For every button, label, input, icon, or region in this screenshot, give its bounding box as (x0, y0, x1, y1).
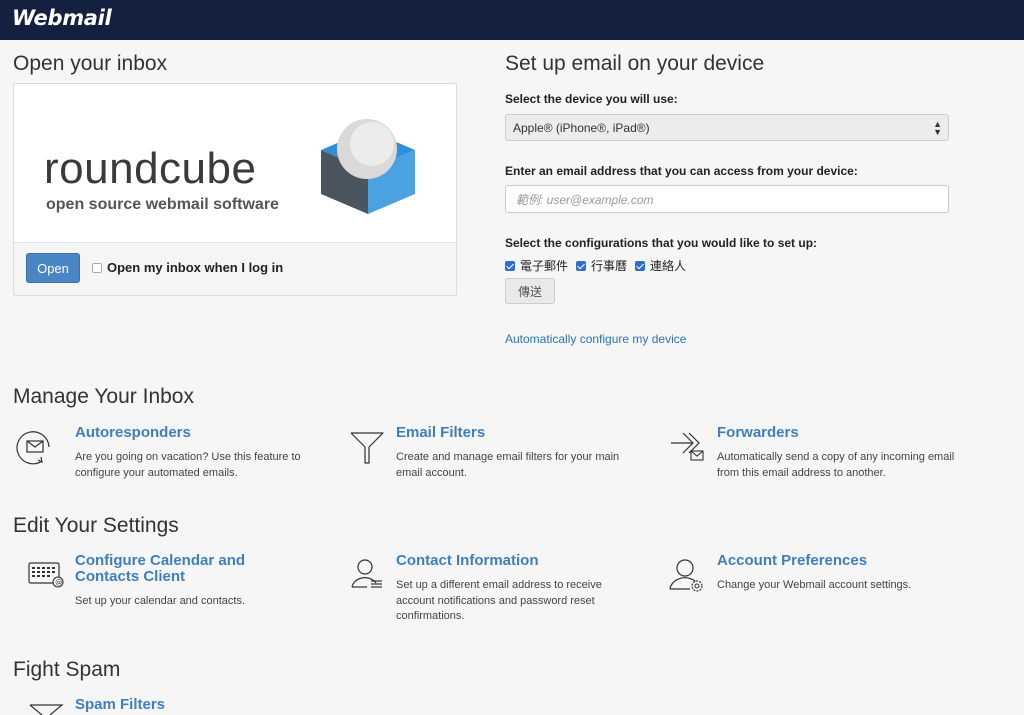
manage-inbox-heading: Manage Your Inbox (13, 385, 194, 408)
config-email-label[interactable]: 電子郵件 (520, 257, 568, 274)
device-select-label: Select the device you will use: (505, 92, 678, 106)
forwarders-feature: Forwarders Automatically send a copy of … (655, 425, 955, 485)
config-contacts-label[interactable]: 連絡人 (650, 257, 686, 274)
configure-calendar-feature: @ Configure Calendar and Contacts Client… (13, 553, 313, 613)
email-filters-desc: Create and manage email filters for your… (396, 451, 620, 479)
config-calendar-label[interactable]: 行事曆 (591, 257, 627, 274)
configure-calendar-title-line1[interactable]: Configure Calendar and (75, 552, 245, 569)
contact-information-link[interactable]: Contact Information (396, 553, 539, 569)
open-inbox-button[interactable]: Open (26, 253, 80, 283)
edit-settings-heading: Edit Your Settings (13, 514, 179, 537)
config-label: Select the configurations that you would… (505, 236, 818, 250)
open-on-login-label[interactable]: Open my inbox when I log in (107, 260, 283, 275)
contact-info-icon (351, 559, 382, 588)
webmail-logo[interactable]: Webmail (12, 6, 112, 30)
account-preferences-link[interactable]: Account Preferences (717, 553, 867, 569)
configure-calendar-title-line2[interactable]: Contacts Client (75, 568, 185, 585)
autoresponders-desc: Are you going on vacation? Use this feat… (75, 451, 301, 479)
config-calendar-checkbox[interactable] (576, 260, 587, 271)
top-header-bar: Webmail (0, 0, 1024, 40)
open-on-login-option[interactable]: Open my inbox when I log in (92, 260, 283, 275)
open-on-login-checkbox[interactable] (92, 262, 102, 273)
setup-device-heading: Set up email on your device (505, 52, 765, 75)
device-email-input[interactable]: 範例: user@example.com (505, 185, 949, 213)
spam-filters-link[interactable]: Spam Filters (75, 697, 165, 713)
roundcube-logo-icon (321, 119, 415, 214)
autoresponder-icon (16, 431, 50, 465)
autoresponders-feature: Autoresponders Are you going on vacation… (13, 425, 313, 485)
account-preferences-feature: Account Preferences Change your Webmail … (655, 553, 955, 613)
roundcube-panel-footer: Open Open my inbox when I log in (14, 242, 456, 295)
email-filters-link[interactable]: Email Filters (396, 425, 485, 441)
spam-filter-icon (29, 704, 64, 715)
forwarders-desc: Automatically send a copy of any incomin… (717, 451, 955, 479)
roundcube-tagline: open source webmail software (46, 196, 279, 213)
config-options: 電子郵件 行事曆 連絡人 (505, 257, 694, 274)
roundcube-wordmark: roundcube (44, 144, 257, 193)
fight-spam-heading: Fight Spam (13, 658, 121, 681)
email-input-label: Enter an email address that you can acce… (505, 164, 858, 178)
select-arrows-icon: ▲ ▼ (933, 119, 942, 137)
device-select[interactable]: Apple® (iPhone®, iPad®) ▲ ▼ (505, 114, 949, 141)
config-option-calendar[interactable]: 行事曆 (576, 257, 627, 274)
filter-icon (350, 432, 384, 464)
forwarders-link[interactable]: Forwarders (717, 425, 799, 441)
open-inbox-heading: Open your inbox (13, 52, 168, 75)
svg-text:@: @ (55, 579, 62, 587)
account-preferences-desc: Change your Webmail account settings. (717, 579, 912, 591)
contact-information-feature: Contact Information Set up a different e… (334, 553, 634, 623)
config-option-email[interactable]: 電子郵件 (505, 257, 568, 274)
config-email-checkbox[interactable] (505, 260, 515, 271)
send-button[interactable]: 傳送 (505, 278, 555, 304)
account-preferences-icon (669, 559, 703, 592)
forwarder-icon (671, 432, 704, 461)
roundcube-panel: roundcube open source webmail software O… (13, 83, 457, 296)
email-filters-feature: Email Filters Create and manage email fi… (334, 425, 634, 485)
autoresponders-link[interactable]: Autoresponders (75, 425, 191, 441)
config-contacts-checkbox[interactable] (635, 260, 646, 271)
config-option-contacts[interactable]: 連絡人 (635, 257, 686, 274)
device-select-value: Apple® (iPhone®, iPad®) (513, 120, 650, 135)
calendar-icon: @ (28, 562, 64, 588)
spam-filters-feature: Spam Filters (13, 697, 313, 715)
configure-calendar-desc: Set up your calendar and contacts. (75, 595, 245, 607)
contact-information-desc: Set up a different email address to rece… (396, 579, 602, 622)
auto-configure-link[interactable]: Automatically configure my device (505, 332, 686, 346)
configure-calendar-link[interactable]: Configure Calendar and Contacts Client (75, 553, 245, 585)
